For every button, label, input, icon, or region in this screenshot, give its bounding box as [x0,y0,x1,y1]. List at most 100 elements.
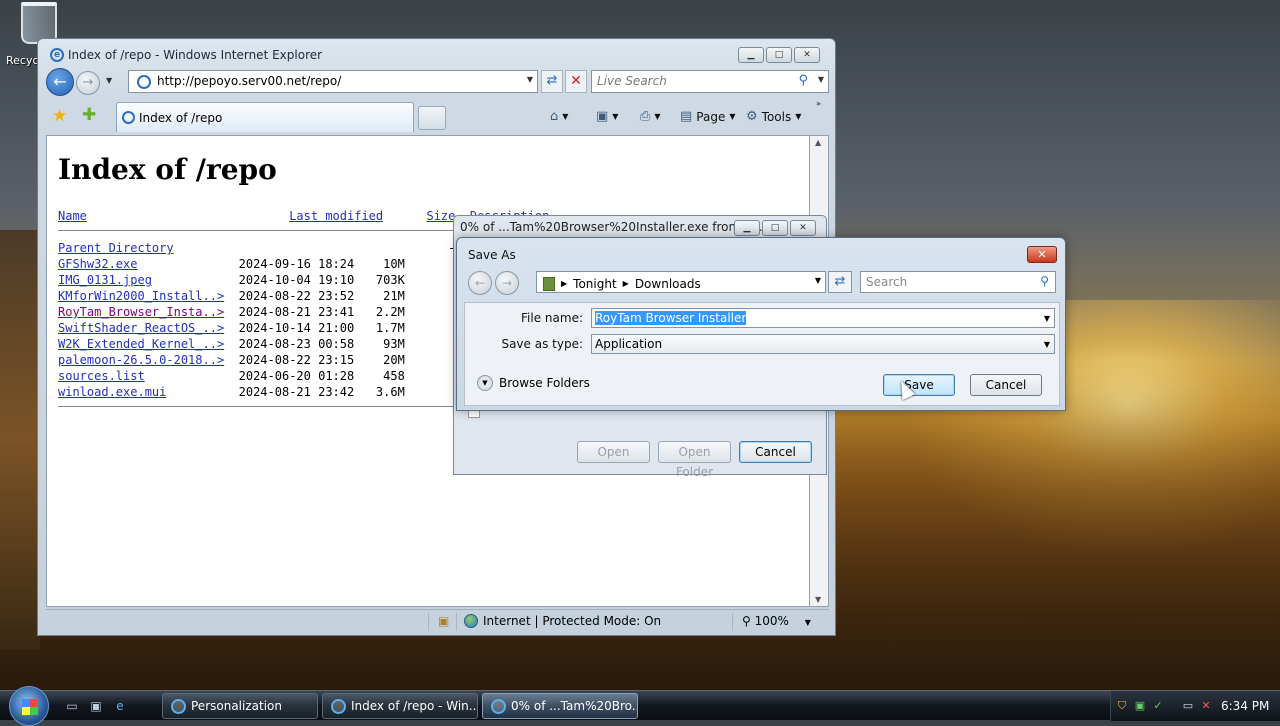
scroll-up-icon[interactable]: ▲ [815,138,821,147]
save-button[interactable]: Save [883,374,955,396]
zoom-level: 100% [754,614,789,628]
folder-path-bar[interactable]: ▶ Tonight ▶ Downloads ▼ [536,271,826,293]
search-placeholder: Live Search [597,74,667,88]
popup-blocker-icon[interactable]: ▣ [438,614,449,628]
home-icon: ⌂ [550,109,559,124]
stop-icon[interactable]: ✕ [565,70,587,93]
file-link[interactable]: SwiftShader_ReactOS_..> [58,321,224,335]
file-size: 1.7M [375,321,405,335]
tab-label: Index of /repo [139,111,223,125]
file-link[interactable]: sources.list [58,369,145,383]
file-link[interactable]: GFShw32.exe [58,257,137,271]
address-bar[interactable]: http://pepoyo.serv00.net/repo/ ▼ [128,70,538,93]
print-button[interactable]: ⎙ ▼ [640,109,661,124]
new-tab-button[interactable] [418,106,446,130]
system-tray: ⛉ ▣ ✓ ▭ ✕ 6:34 PM [1110,691,1280,721]
tools-menu[interactable]: ⚙ Tools ▼ [746,109,801,124]
refresh-icon[interactable]: ⇄ [541,70,563,93]
back-button[interactable]: ← [46,68,74,96]
taskbar-item-download[interactable]: 0% of ...Tam%20Bro... [482,693,638,719]
save-as-cancel-button[interactable]: Cancel [970,374,1042,396]
search-icon[interactable]: ⚲ [798,73,808,88]
save-as-type-select[interactable]: Application ▼ [591,334,1055,354]
search-input[interactable]: Live Search ⚲ ▼ [591,70,829,93]
column-size-link[interactable]: Size [426,209,455,223]
save-as-dialog: Save As ✕ ← → ▶ Tonight ▶ Downloads ▼ ⇄ … [456,237,1066,411]
download-close-button[interactable]: ✕ [790,220,816,236]
browse-folders-toggle[interactable]: ▼ Browse Folders [477,375,590,391]
file-link[interactable]: IMG_0131.jpeg [58,273,152,287]
save-as-search-input[interactable]: Search ⚲ [860,271,1056,293]
address-dropdown-icon[interactable]: ▼ [527,75,533,84]
file-link[interactable]: RoyTam_Browser_Insta..> [58,305,224,319]
folder-icon [543,276,555,291]
home-dropdown-icon: ▼ [562,112,569,121]
save-as-back-button[interactable]: ← [468,271,492,295]
page-menu[interactable]: ▤ Page ▼ [680,109,736,124]
file-size: 458 [383,369,405,383]
breadcrumb-separator-icon[interactable]: ▶ [561,279,567,288]
page-icon: ▤ [680,109,693,124]
zoom-dropdown-icon: ▼ [804,618,811,627]
security-zone[interactable]: Internet | Protected Mode: On [464,614,661,628]
volume-muted-icon[interactable]: ✕ [1199,699,1213,713]
breadcrumb-tonight[interactable]: Tonight [573,277,617,291]
feeds-button[interactable]: ▣ ▼ [596,109,618,124]
parent-directory-link[interactable]: Parent Directory [58,241,174,255]
home-button[interactable]: ⌂ ▼ [550,109,568,124]
file-link[interactable]: W2K_Extended_Kernel_..> [58,337,224,351]
network-status-icon[interactable]: ▣ [1133,699,1147,713]
file-link[interactable]: winload.exe.mui [58,385,166,399]
security-shield-icon[interactable]: ⛉ [1115,699,1129,713]
show-desktop-icon[interactable]: ▭ [64,699,80,713]
file-name-dropdown-icon[interactable]: ▼ [1044,314,1050,323]
save-as-type-label: Save as type: [501,337,583,351]
tab-index-of-repo[interactable]: Index of /repo [116,102,414,132]
save-as-search-icon[interactable]: ⚲ [1040,274,1049,288]
recent-pages-dropdown-icon[interactable]: ▼ [106,76,112,85]
download-minimize-button[interactable]: ▁ [734,220,760,236]
switch-windows-icon[interactable]: ▣ [88,699,104,713]
file-link[interactable]: KMforWin2000_Install..> [58,289,224,303]
column-name-link[interactable]: Name [58,209,87,223]
download-maximize-button[interactable]: □ [762,220,788,236]
file-name-field[interactable]: RoyTam Browser Installer ▼ [591,308,1055,328]
download-cancel-button[interactable]: Cancel [739,441,812,463]
open-folder-button[interactable]: Open Folder [658,441,731,479]
save-as-panel: File name: RoyTam Browser Installer ▼ Sa… [464,302,1060,406]
zoom-icon: ⚲ [742,614,751,628]
breadcrumb-downloads[interactable]: Downloads [635,277,701,291]
network-icon[interactable]: ▭ [1181,699,1195,713]
forward-button[interactable]: → [76,71,100,95]
save-as-refresh-icon[interactable]: ⇄ [828,271,852,293]
close-button[interactable]: ✕ [794,47,820,63]
checkmark-icon[interactable]: ✓ [1151,699,1165,713]
toolbar-overflow-icon[interactable]: » [816,99,821,108]
taskbar-item-ie[interactable]: Index of /repo - Win... [322,693,478,719]
path-dropdown-icon[interactable]: ▼ [815,276,821,285]
zoom-control[interactable]: ⚲ 100% ▼ [742,614,811,628]
taskbar-item-personalization[interactable]: Personalization [162,693,318,719]
save-as-close-button[interactable]: ✕ [1027,246,1057,263]
address-url: http://pepoyo.serv00.net/repo/ [157,74,342,88]
file-link[interactable]: palemoon-26.5.0-2018..> [58,353,224,367]
save-as-forward-button[interactable]: → [495,271,519,295]
save-as-type-dropdown-icon[interactable]: ▼ [1044,340,1050,349]
scroll-down-icon[interactable]: ▼ [815,595,821,604]
status-bar: ▣ Internet | Protected Mode: On ⚲ 100% ▼ [46,609,829,633]
column-modified-link[interactable]: Last modified [289,209,383,223]
open-button[interactable]: Open [577,441,650,463]
feeds-dropdown-icon: ▼ [612,112,619,121]
maximize-button[interactable]: □ [766,47,792,63]
minimize-button[interactable]: ▁ [738,47,764,63]
search-dropdown-icon[interactable]: ▼ [818,75,824,84]
file-name-label: File name: [521,311,583,325]
favorites-star-icon[interactable]: ★ [52,106,67,126]
add-favorite-icon[interactable]: ✚ [82,105,96,125]
ie-quicklaunch-icon[interactable]: e [112,699,128,713]
start-button[interactable] [9,686,49,726]
page-dropdown-icon: ▼ [729,112,736,121]
breadcrumb-separator-icon[interactable]: ▶ [623,279,629,288]
clock[interactable]: 6:34 PM [1221,699,1269,713]
file-modified: 2024-06-20 01:28 [238,369,355,383]
